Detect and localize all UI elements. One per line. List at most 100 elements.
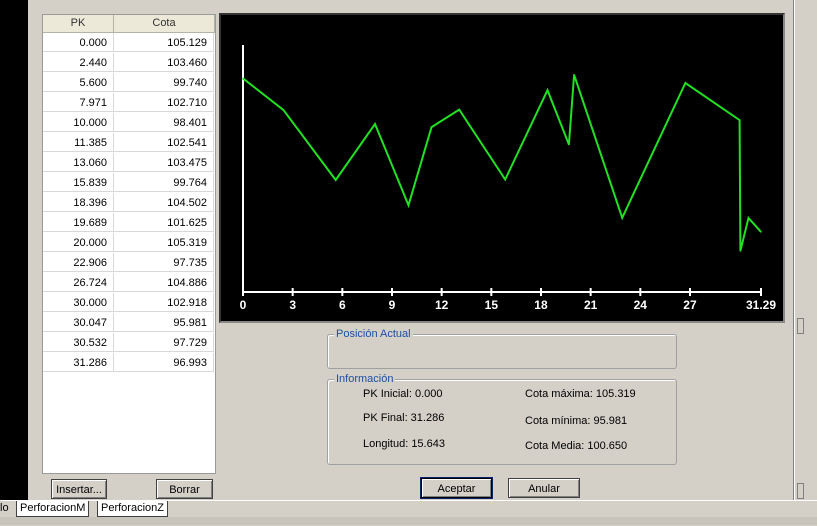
x-tick-label: 18 xyxy=(534,298,548,312)
profile-data-point xyxy=(621,217,624,219)
cota-cell[interactable]: 96.993 xyxy=(114,353,214,372)
pk-cell[interactable]: 26.724 xyxy=(43,273,114,292)
profile-data-point xyxy=(334,179,337,181)
status-area xyxy=(0,517,817,525)
pk-cell[interactable]: 0.000 xyxy=(43,33,114,52)
cota-minima-text: Cota mínima: 95.981 xyxy=(525,415,628,427)
cota-cell[interactable]: 97.729 xyxy=(114,333,214,352)
cota-cell[interactable]: 104.886 xyxy=(114,273,214,292)
table-row[interactable]: 2.440 103.460 xyxy=(43,53,215,73)
cota-cell[interactable]: 102.541 xyxy=(114,133,214,152)
pk-cell[interactable]: 13.060 xyxy=(43,153,114,172)
pk-cell[interactable]: 31.286 xyxy=(43,353,114,372)
pk-cota-table[interactable]: PK Cota 0.000 105.129 2.440 103.460 5.600 99.… xyxy=(42,14,216,474)
table-row[interactable]: 5.600 99.740 xyxy=(43,73,215,93)
x-tick-label: 12 xyxy=(435,298,449,312)
borrar-button[interactable]: Borrar xyxy=(156,479,213,499)
profile-data-point xyxy=(739,250,742,252)
profile-series-line xyxy=(242,74,762,252)
cota-maxima-text: Cota máxima: 105.319 xyxy=(525,388,636,400)
background-bottom-bar: lo PerforacionM PerforacionZ xyxy=(0,500,817,526)
longitud-text: Longitud: 15.643 xyxy=(363,438,445,450)
table-row[interactable]: 30.532 97.729 xyxy=(43,333,215,353)
profile-data-point xyxy=(407,204,410,207)
pk-cell[interactable]: 2.440 xyxy=(43,53,114,72)
pk-cell[interactable]: 22.906 xyxy=(43,253,114,272)
tab-perforacionz[interactable]: PerforacionZ xyxy=(97,501,168,517)
table-row[interactable]: 10.000 98.401 xyxy=(43,113,215,133)
pk-cell[interactable]: 30.000 xyxy=(43,293,114,312)
right-scroll-stub-2 xyxy=(797,483,804,499)
x-tick-label: 6 xyxy=(339,298,346,312)
cota-cell[interactable]: 95.981 xyxy=(114,313,214,332)
x-tick-label: 0 xyxy=(240,298,247,312)
table-header: PK Cota xyxy=(43,15,215,33)
anular-button[interactable]: Anular xyxy=(508,478,580,498)
cota-cell[interactable]: 103.460 xyxy=(114,53,214,72)
cota-cell[interactable]: 105.319 xyxy=(114,233,214,252)
table-row[interactable]: 15.839 99.764 xyxy=(43,173,215,193)
informacion-group: Información PK Inicial: 0.000 PK Final: … xyxy=(327,373,677,465)
x-tick-label: 15 xyxy=(485,298,499,312)
profile-data-point xyxy=(738,119,741,121)
column-header-cota[interactable]: Cota xyxy=(114,15,215,33)
cota-cell[interactable]: 98.401 xyxy=(114,113,214,132)
pk-final-text: PK Final: 31.286 xyxy=(363,412,445,424)
cota-cell[interactable]: 97.735 xyxy=(114,253,214,272)
background-window-edge xyxy=(0,0,28,500)
profile-data-point xyxy=(374,123,376,125)
x-tick-label: 24 xyxy=(634,298,648,312)
pk-cell[interactable]: 11.385 xyxy=(43,133,114,152)
pk-cell[interactable]: 7.971 xyxy=(43,93,114,112)
right-scroll-stub xyxy=(797,318,804,334)
table-row[interactable]: 31.286 96.993 xyxy=(43,353,215,373)
table-row[interactable]: 30.000 102.918 xyxy=(43,293,215,313)
tab-partial[interactable]: lo xyxy=(0,501,9,516)
cota-cell[interactable]: 105.129 xyxy=(114,33,214,52)
profile-chart[interactable]: 0 3 6 9 12 15 18 21 24 27 31.29 xyxy=(219,13,785,323)
table-row[interactable]: 0.000 105.129 xyxy=(43,33,215,53)
insertar-button[interactable]: Insertar... xyxy=(51,479,107,499)
profile-chart-svg: 0 3 6 9 12 15 18 21 24 27 31.29 xyxy=(240,45,776,312)
profile-data-point xyxy=(573,74,575,76)
cota-cell[interactable]: 101.625 xyxy=(114,213,214,232)
cota-cell[interactable]: 99.740 xyxy=(114,73,214,92)
profile-data-point xyxy=(282,109,285,111)
column-header-pk[interactable]: PK xyxy=(43,15,114,33)
table-row[interactable]: 18.396 104.502 xyxy=(43,193,215,213)
table-row[interactable]: 20.000 105.319 xyxy=(43,233,215,253)
table-row[interactable]: 7.971 102.710 xyxy=(43,93,215,113)
table-row[interactable]: 22.906 97.735 xyxy=(43,253,215,273)
pk-cell[interactable]: 18.396 xyxy=(43,193,114,212)
profile-data-point xyxy=(568,143,570,146)
cota-cell[interactable]: 102.710 xyxy=(114,93,214,112)
profile-data-point xyxy=(458,108,461,111)
pk-cell[interactable]: 15.839 xyxy=(43,173,114,192)
table-row[interactable]: 26.724 104.886 xyxy=(43,273,215,293)
pk-cell[interactable]: 10.000 xyxy=(43,113,114,132)
pk-cell[interactable]: 20.000 xyxy=(43,233,114,252)
aceptar-button[interactable]: Aceptar xyxy=(420,477,493,499)
table-row[interactable]: 19.689 101.625 xyxy=(43,213,215,233)
table-row[interactable]: 30.047 95.981 xyxy=(43,313,215,333)
pk-cell[interactable]: 30.047 xyxy=(43,313,114,332)
pk-cell[interactable]: 5.600 xyxy=(43,73,114,92)
x-tick-label: 27 xyxy=(683,298,697,312)
cota-cell[interactable]: 99.764 xyxy=(114,173,214,192)
background-window-right-edge xyxy=(794,0,817,500)
profile-data-point xyxy=(546,89,549,92)
profile-data-point xyxy=(747,217,750,219)
cota-cell[interactable]: 103.475 xyxy=(114,153,214,172)
profile-data-point xyxy=(242,77,244,80)
cota-cell[interactable]: 102.918 xyxy=(114,293,214,312)
table-row[interactable]: 11.385 102.541 xyxy=(43,133,215,153)
pk-cell[interactable]: 30.532 xyxy=(43,333,114,352)
cota-cell[interactable]: 104.502 xyxy=(114,193,214,212)
x-tick-label: 3 xyxy=(289,298,296,312)
x-tick-label: 21 xyxy=(584,298,598,312)
tab-perforacionm[interactable]: PerforacionM xyxy=(16,501,90,517)
profile-data-point xyxy=(760,230,762,233)
informacion-legend: Información xyxy=(334,373,396,385)
table-row[interactable]: 13.060 103.475 xyxy=(43,153,215,173)
pk-cell[interactable]: 19.689 xyxy=(43,213,114,232)
